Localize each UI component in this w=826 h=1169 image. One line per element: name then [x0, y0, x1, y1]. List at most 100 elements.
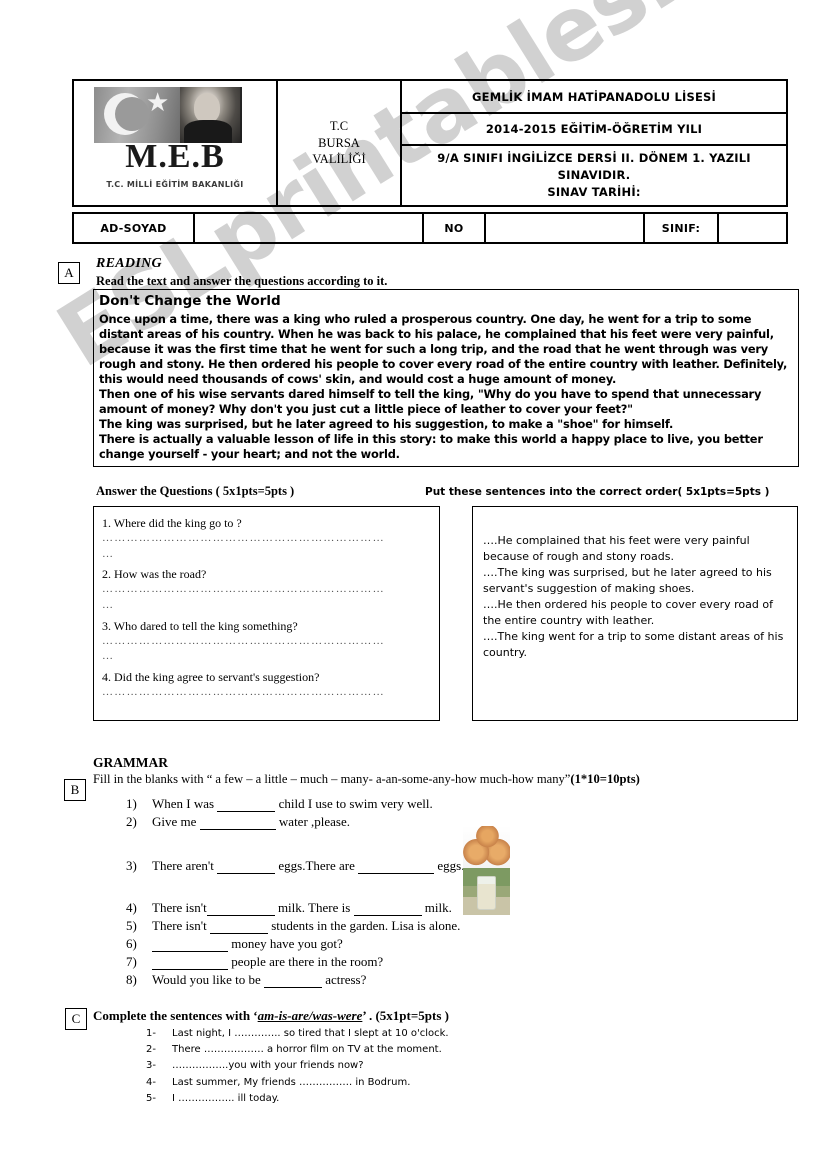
ordering-item[interactable]: ….The king went for a trip to some dista…: [483, 629, 787, 661]
fill-blank[interactable]: [263, 974, 322, 988]
item-number: 8): [126, 972, 137, 987]
item-number: 2-: [146, 1044, 156, 1056]
number-input[interactable]: [484, 212, 645, 244]
province-cell: T.C BURSA VALİLİĞİ: [276, 79, 402, 207]
eggs-image: [463, 826, 510, 871]
section-letter-c: C: [65, 1008, 87, 1030]
item-pre: There isn't: [152, 918, 207, 933]
fill-blank[interactable]: [209, 920, 268, 934]
exam-info-cell: GEMLİK İMAM HATİPANADOLU LİSESİ 2014-201…: [400, 79, 788, 207]
grammar-item: 5) There isn't students in the garden. L…: [126, 918, 686, 934]
class-input[interactable]: [717, 212, 788, 244]
passage-paragraph: The king was surprised, but he later agr…: [99, 417, 674, 432]
class-label: SINIF:: [643, 212, 719, 244]
item-number: 3-: [146, 1060, 156, 1072]
item-number: 1-: [146, 1028, 156, 1039]
complete-item: 1- Last night, I ………….. so tired that I …: [146, 1026, 666, 1042]
question-item: 4. Did the king agree to servant's sugge…: [102, 668, 431, 700]
grammar-list: 1) When I was child I use to swim very w…: [126, 796, 686, 990]
item-pre: There aren't: [152, 858, 214, 873]
tc-line-2: BURSA: [318, 135, 360, 150]
answer-line[interactable]: ……………………………………………………………: [102, 686, 431, 700]
item-pre: When I was: [152, 796, 215, 811]
fill-blank[interactable]: [206, 902, 275, 916]
complete-list: 1- Last night, I ………….. so tired that I …: [146, 1026, 666, 1107]
tc-line-3: VALİLİĞİ: [312, 152, 366, 167]
complete-item: 5- I …………….. ill today.: [146, 1091, 666, 1107]
item-post: milk.: [424, 900, 452, 915]
number-label: NO: [422, 212, 486, 244]
name-label: AD-SOYAD: [72, 212, 195, 244]
meb-ministry-label: T.C. MİLLİ EĞİTİM BAKANLIĞI: [106, 180, 244, 189]
grammar-instruction-text: Fill in the blanks with “ a few – a litt…: [93, 772, 571, 786]
answer-line[interactable]: ……………………………………………………………: [102, 583, 431, 597]
name-input[interactable]: [193, 212, 424, 244]
item-text[interactable]: ……………..you with your friends now?: [172, 1058, 364, 1074]
complete-instruction-emphasis: am-is-are/was-were: [257, 1008, 363, 1023]
item-post: eggs.: [437, 858, 465, 873]
item-text: When I was child I use to swim very well…: [152, 796, 433, 812]
passage-title: Don't Change the World: [99, 293, 281, 309]
grammar-item: 2) Give me water ,please.: [126, 814, 686, 830]
reading-instruction: Read the text and answer the questions a…: [96, 274, 388, 288]
fill-blank[interactable]: [152, 938, 228, 952]
item-text[interactable]: Last night, I ………….. so tired that I sle…: [172, 1026, 449, 1042]
fill-blank[interactable]: [217, 798, 276, 812]
answer-questions-heading: Answer the Questions ( 5x1pts=5pts ): [96, 484, 295, 498]
question-text: 2. How was the road?: [102, 567, 207, 582]
item-text: There isn't students in the garden. Lisa…: [152, 918, 460, 934]
exam-date-label: SINAV TARİHİ:: [547, 184, 641, 199]
passage-paragraph: Then one of his wise servants dared hims…: [99, 387, 762, 417]
grammar-item: 7) people are there in the room?: [126, 954, 686, 970]
answer-line[interactable]: ……………………………………………………………: [102, 635, 431, 649]
grammar-item: 3) There aren't eggs.There are eggs.: [126, 858, 686, 874]
questions-box: 1. Where did the king go to ? ……………………………: [93, 506, 440, 721]
fill-blank[interactable]: [199, 816, 276, 830]
item-pre: Give me: [152, 814, 197, 829]
passage-paragraph: Once upon a time, there was a king who r…: [99, 311, 788, 386]
item-number: 4-: [146, 1076, 156, 1088]
tc-line-1: T.C: [329, 118, 349, 133]
item-text: money have you got?: [152, 936, 343, 952]
complete-instruction: Complete the sentences with ‘am-is-are/w…: [93, 1008, 449, 1024]
item-post: people are there in the room?: [231, 954, 384, 969]
item-text[interactable]: There ……………… a horror film on TV at the …: [172, 1042, 442, 1058]
turkish-flag-icon: [94, 87, 242, 143]
item-post: water ,please.: [278, 814, 351, 829]
item-post: child I use to swim very well.: [278, 796, 433, 811]
grammar-item: 8) Would you like to be actress?: [126, 972, 686, 988]
fill-blank[interactable]: [152, 956, 228, 970]
item-number: 4): [126, 900, 137, 915]
item-number: 5): [126, 918, 137, 933]
answer-line-cont[interactable]: …: [102, 597, 431, 615]
passage-paragraph: There is actually a valuable lesson of l…: [99, 432, 763, 462]
fill-blank[interactable]: [353, 902, 422, 916]
ordering-item[interactable]: ….The king was surprised, but he later a…: [483, 565, 787, 597]
fill-blank[interactable]: [358, 860, 435, 874]
item-number: 6): [126, 936, 137, 951]
ordering-item[interactable]: ….He then ordered his people to cover ev…: [483, 597, 787, 629]
answer-line-cont[interactable]: …: [102, 648, 431, 666]
item-post: money have you got?: [231, 936, 343, 951]
question-item: 3. Who dared to tell the king something?…: [102, 617, 431, 666]
item-text: people are there in the room?: [152, 954, 383, 970]
answer-line-cont[interactable]: …: [102, 546, 431, 564]
item-post: actress?: [325, 972, 367, 987]
complete-instruction-post: ’ . (5x1pt=5pts ): [362, 1008, 449, 1023]
grammar-item: 6) money have you got?: [126, 936, 686, 952]
grammar-item: 1) When I was child I use to swim very w…: [126, 796, 686, 812]
ordering-item[interactable]: ….He complained that his feet were very …: [483, 533, 787, 565]
meb-logo-cell: M.E.B T.C. MİLLİ EĞİTİM BAKANLIĞI: [72, 79, 278, 207]
grammar-points: (1*10=10pts): [570, 772, 640, 786]
item-number: 5-: [146, 1092, 156, 1104]
item-text[interactable]: I …………….. ill today.: [172, 1091, 279, 1107]
item-post: students in the garden. Lisa is alone.: [271, 918, 461, 933]
reading-heading: READING: [96, 256, 162, 271]
fill-blank[interactable]: [217, 860, 276, 874]
item-number: 7): [126, 954, 137, 969]
answer-line[interactable]: ……………………………………………………………: [102, 532, 431, 546]
item-number: 1): [126, 796, 137, 811]
item-text[interactable]: Last summer, My friends ……………. in Bodrum…: [172, 1075, 410, 1091]
meb-logo: M.E.B T.C. MİLLİ EĞİTİM BAKANLIĞI: [77, 84, 273, 202]
item-mid: eggs.There are: [278, 858, 355, 873]
